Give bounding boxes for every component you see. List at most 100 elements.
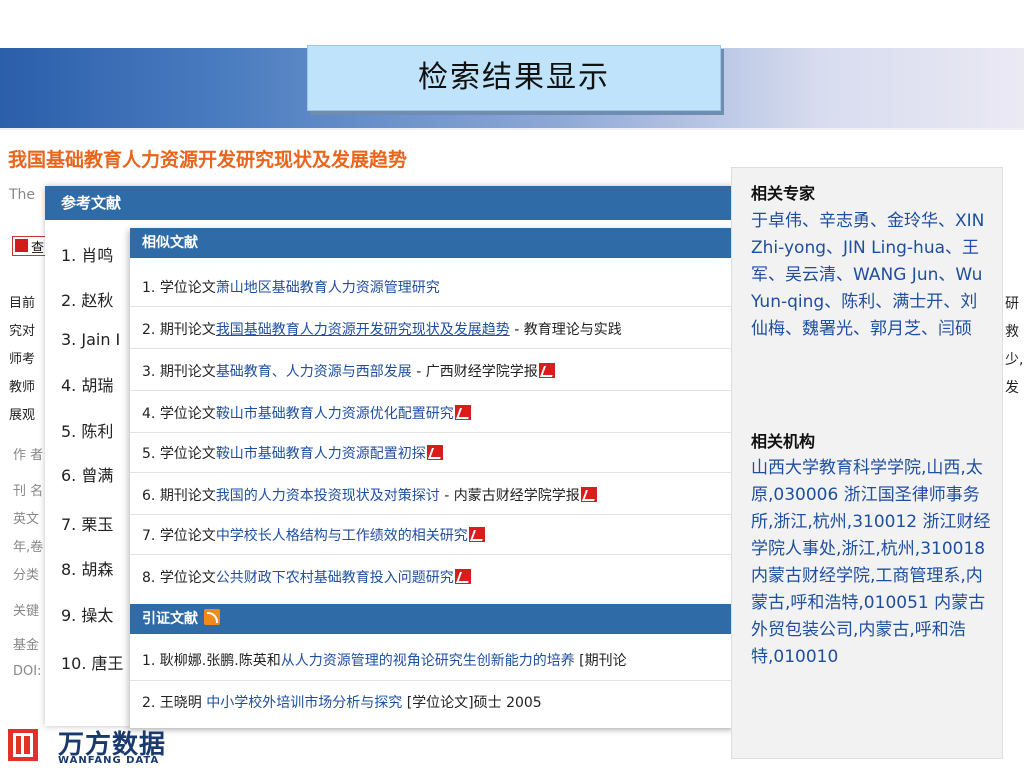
meta-label-class: 分类 <box>13 568 40 583</box>
reference-item[interactable]: 9. 操太 <box>61 602 113 626</box>
item-title-link[interactable]: 公共财政下农村基础教育投入问题研究 <box>216 570 454 586</box>
row-divider <box>130 306 735 307</box>
pdf-icon[interactable] <box>426 445 443 460</box>
slide-title: 检索结果显示 <box>418 60 610 95</box>
item-source: - 广西财经学院学报 <box>411 364 538 380</box>
item-number: 2. <box>142 322 156 338</box>
item-number: 4. <box>142 406 156 422</box>
item-title-link[interactable]: 鞍山市基础教育人力资源优化配置研究 <box>216 406 454 422</box>
reference-item[interactable]: 10. 唐王 <box>61 650 124 674</box>
abstract-fragment: 教师 <box>9 380 36 395</box>
view-fulltext-button[interactable]: 查 <box>12 236 48 256</box>
header-divider <box>0 128 1024 130</box>
similar-item[interactable]: 2. 期刊论文我国基础教育人力资源开发研究现状及发展趋势 - 教育理论与实践 <box>142 319 622 339</box>
article-title[interactable]: 我国基础教育人力资源开发研究现状及发展趋势 <box>8 145 407 172</box>
item-title-link[interactable]: 我国的人力资本投资现状及对策探讨 <box>216 488 440 504</box>
item-number: 5. <box>142 446 156 462</box>
similar-item[interactable]: 8. 学位论文公共财政下农村基础教育投入问题研究 <box>142 567 471 587</box>
meta-label-en: 英文 <box>13 512 40 527</box>
reference-item[interactable]: 6. 曾满 <box>61 462 113 486</box>
related-info-box: 相关专家 于卓伟、辛志勇、金玲华、XIN Zhi-yong、JIN Ling-h… <box>731 167 1003 759</box>
meta-label-journal: 刊 名 <box>13 484 44 499</box>
item-source: - 内蒙古财经学院学报 <box>439 488 580 504</box>
meta-label-keywords: 关键 <box>13 604 40 619</box>
abstract-fragment: 目前 <box>9 296 36 311</box>
item-type: 期刊论文 <box>159 364 216 380</box>
item-title-link[interactable]: 我国基础教育人力资源开发研究现状及发展趋势 <box>216 322 510 338</box>
item-number: 7. <box>142 528 156 544</box>
similar-item[interactable]: 5. 学位论文鞍山市基础教育人力资源配置初探 <box>142 443 443 463</box>
meta-label-author: 作 者 <box>13 448 44 463</box>
similar-item[interactable]: 4. 学位论文鞍山市基础教育人力资源优化配置研究 <box>142 403 471 423</box>
reference-item[interactable]: 8. 胡森 <box>61 556 113 580</box>
citing-item[interactable]: 2. 王晓明 中小学校外培训市场分析与探究 [学位论文]硕士 2005 <box>142 692 542 712</box>
row-divider <box>130 554 735 555</box>
item-number: 6. <box>142 488 156 504</box>
similar-item[interactable]: 3. 期刊论文基础教育、人力资源与西部发展 - 广西财经学院学报 <box>142 361 555 381</box>
abstract-fragment: 师考 <box>9 352 36 367</box>
meta-label-doi: DOI: <box>13 664 42 679</box>
rss-icon[interactable] <box>204 609 220 625</box>
pdf-icon[interactable] <box>580 487 597 502</box>
related-orgs-heading: 相关机构 <box>751 432 816 451</box>
similar-item[interactable]: 7. 学位论文中学校长人格结构与工作绩效的相关研究 <box>142 525 485 545</box>
citing-source: [期刊论 <box>574 653 627 669</box>
reference-item[interactable]: 2. 赵秋 <box>61 287 113 311</box>
pdf-icon[interactable] <box>454 405 471 420</box>
citing-source: [学位论文]硕士 2005 <box>402 695 542 711</box>
row-divider <box>130 348 735 349</box>
related-experts-heading: 相关专家 <box>751 184 816 203</box>
overflow-fragment: 研 <box>1005 296 1019 312</box>
article-english-title: The <box>9 187 36 203</box>
wanfang-logo-icon <box>8 729 38 761</box>
logo-subtext: WANFANG DATA <box>58 755 160 766</box>
row-divider <box>130 390 735 391</box>
item-title-link[interactable]: 鞍山市基础教育人力资源配置初探 <box>216 446 426 462</box>
item-title-link[interactable]: 基础教育、人力资源与西部发展 <box>216 364 412 380</box>
item-number: 1. <box>142 280 156 296</box>
abstract-fragment: 究对 <box>9 324 36 339</box>
pdf-icon[interactable] <box>538 363 555 378</box>
similar-item[interactable]: 1. 学位论文萧山地区基础教育人力资源管理研究 <box>142 277 440 297</box>
citing-authors: 2. 王晓明 <box>142 695 207 711</box>
overflow-fragment: 救 <box>1005 324 1019 340</box>
row-divider <box>130 514 735 515</box>
item-type: 学位论文 <box>159 446 216 462</box>
item-type: 期刊论文 <box>159 322 216 338</box>
reference-item[interactable]: 5. 陈利 <box>61 418 113 442</box>
reference-item[interactable]: 7. 栗玉 <box>61 511 113 535</box>
related-experts-list[interactable]: 于卓伟、辛志勇、金玲华、XIN Zhi-yong、JIN Ling-hua、王军… <box>751 208 991 343</box>
row-divider <box>130 472 735 473</box>
citing-authors: 1. 耿柳娜.张鹏.陈英和 <box>142 653 281 669</box>
meta-label-fund: 基金 <box>13 638 40 653</box>
item-title-link[interactable]: 萧山地区基础教育人力资源管理研究 <box>216 280 440 296</box>
item-number: 3. <box>142 364 156 380</box>
citing-documents-header: 引证文献 <box>130 604 735 634</box>
citing-item[interactable]: 1. 耿柳娜.张鹏.陈英和从人力资源管理的视角论研究生创新能力的培养 [期刊论 <box>142 650 627 670</box>
pdf-icon[interactable] <box>468 527 485 542</box>
reference-item[interactable]: 3. Jain I <box>61 330 120 349</box>
citing-title-link[interactable]: 从人力资源管理的视角论研究生创新能力的培养 <box>281 653 575 669</box>
pdf-icon[interactable] <box>454 569 471 584</box>
reference-item[interactable]: 1. 肖鸣 <box>61 242 113 266</box>
item-source: - 教育理论与实践 <box>509 322 622 338</box>
item-type: 期刊论文 <box>159 488 216 504</box>
slide-title-box: 检索结果显示 <box>307 45 721 111</box>
overflow-fragment: 少, <box>1005 352 1024 368</box>
related-orgs-list[interactable]: 山西大学教育科学学院,山西,太原,030006 浙江国圣律师事务所,浙江,杭州,… <box>751 455 991 671</box>
row-divider <box>130 680 735 681</box>
item-title-link[interactable]: 中学校长人格结构与工作绩效的相关研究 <box>216 528 468 544</box>
reference-item[interactable]: 4. 胡瑞 <box>61 372 113 396</box>
citing-header-label: 引证文献 <box>142 611 198 627</box>
similar-documents-panel: 相似文献 1. 学位论文萧山地区基础教育人力资源管理研究 2. 期刊论文我国基础… <box>130 228 735 728</box>
citing-title-link[interactable]: 中小学校外培训市场分析与探究 <box>206 695 402 711</box>
item-type: 学位论文 <box>159 280 216 296</box>
pdf-icon <box>15 239 28 252</box>
view-fulltext-label: 查 <box>31 241 45 256</box>
overflow-fragment: 发 <box>1005 380 1019 396</box>
similar-item[interactable]: 6. 期刊论文我国的人力资本投资现状及对策探讨 - 内蒙古财经学院学报 <box>142 485 597 505</box>
item-type: 学位论文 <box>159 528 216 544</box>
item-number: 8. <box>142 570 156 586</box>
item-type: 学位论文 <box>159 406 216 422</box>
abstract-fragment: 展观 <box>9 408 36 423</box>
